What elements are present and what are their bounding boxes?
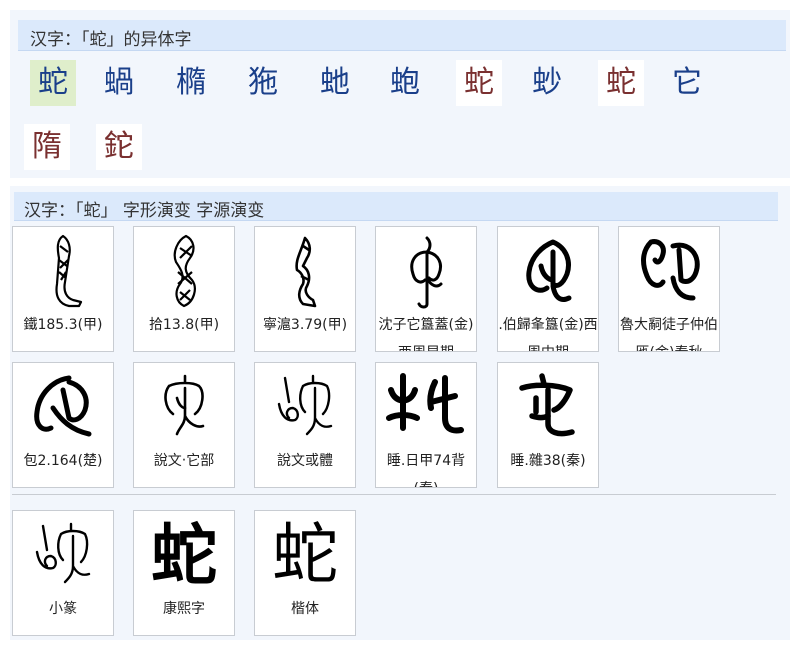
seal-glyph-image — [255, 367, 355, 447]
glyph-card[interactable]: 說文或體 — [254, 362, 356, 488]
variant-char[interactable]: 它 — [664, 60, 710, 106]
glyph-caption: 康熙字 — [163, 601, 205, 617]
glyph-caption: 楷体 — [291, 601, 319, 617]
glyph-card[interactable]: 寧滬3.79(甲) — [254, 226, 356, 352]
glyph-caption: 睡.日甲74背(秦) — [386, 453, 466, 487]
bronze-glyph-image — [498, 231, 598, 311]
seal-glyph-image — [134, 367, 234, 447]
glyph-caption: 寧滬3.79(甲) — [262, 317, 348, 333]
glyph-caption: 鐵185.3(甲) — [23, 317, 103, 333]
glyph-caption: 小篆 — [49, 601, 77, 617]
qin-glyph-image — [376, 367, 476, 447]
variant-forms-header: 汉字：「蛇」的异体字 — [18, 20, 786, 51]
glyph-card[interactable]: 說文‧它部 — [133, 362, 235, 488]
small-seal-glyph-image — [13, 515, 113, 595]
glyph-card[interactable]: 小篆 — [12, 510, 114, 636]
variant-char-image[interactable]: 蛇 — [598, 60, 644, 106]
kangxi-glyph: 蛇 — [151, 516, 217, 594]
variant-forms-panel: 汉字：「蛇」的异体字 蛇 蝸 橢 狏 虵 蚫 蛇 䖢 蛇 它 隋 鉈 — [10, 10, 790, 178]
glyph-caption: 拾13.8(甲) — [148, 317, 220, 333]
qin-glyph-image — [498, 367, 598, 447]
variant-char-image[interactable]: 蛇 — [456, 60, 502, 106]
kaiti-glyph: 蛇 — [272, 516, 338, 593]
glyph-caption: 睡.雜38(秦) — [510, 453, 586, 469]
glyph-caption: 包2.164(楚) — [23, 453, 103, 469]
glyph-card[interactable]: 蛇 康熙字 — [133, 510, 235, 636]
glyph-evolution-title: 汉字：「蛇」 字形演变 字源演变 — [24, 201, 265, 221]
row-divider — [12, 494, 776, 495]
glyph-evolution-header: 汉字：「蛇」 字形演变 字源演变 — [14, 192, 778, 221]
glyph-caption: 魯大𤔲徒子仲伯匜(金)春秋 — [620, 317, 718, 351]
glyph-card[interactable]: 拾13.8(甲) — [133, 226, 235, 352]
chu-glyph-image — [13, 367, 113, 447]
variant-char[interactable]: 蝸 — [96, 60, 142, 106]
bronze-glyph-image — [619, 231, 719, 311]
glyph-caption: 說文或體 — [277, 453, 333, 469]
glyph-evolution-panel: 汉字：「蛇」 字形演变 字源演变 鐵185.3(甲) 拾13.8(甲) 寧滬3.… — [10, 186, 790, 640]
glyph-caption: 沈子它簋蓋(金)西周早期 — [378, 317, 474, 351]
glyph-card[interactable]: .伯歸夆簋(金)西周中期 — [497, 226, 599, 352]
glyph-card[interactable]: 沈子它簋蓋(金)西周早期 — [375, 226, 477, 352]
glyph-card[interactable]: 鐵185.3(甲) — [12, 226, 114, 352]
variant-forms-title: 汉字：「蛇」的异体字 — [30, 30, 192, 50]
variant-char-image[interactable]: 鉈 — [96, 124, 142, 170]
glyph-caption: 說文‧它部 — [153, 453, 215, 469]
oracle-bone-glyph-image — [255, 231, 355, 311]
variant-char[interactable]: 狏 — [240, 60, 286, 106]
glyph-card[interactable]: 魯大𤔲徒子仲伯匜(金)春秋 — [618, 226, 720, 352]
variant-char[interactable]: 虵 — [312, 60, 358, 106]
glyph-card[interactable]: 蛇 楷体 — [254, 510, 356, 636]
variant-char[interactable]: 橢 — [168, 60, 214, 106]
oracle-bone-glyph-image — [134, 231, 234, 311]
glyph-card[interactable]: 睡.雜38(秦) — [497, 362, 599, 488]
oracle-bone-glyph-image — [13, 231, 113, 311]
glyph-card[interactable]: 睡.日甲74背(秦) — [375, 362, 477, 488]
bronze-glyph-image — [376, 231, 476, 311]
variant-char-image[interactable]: 隋 — [24, 124, 70, 170]
variant-char[interactable]: 蚫 — [382, 60, 428, 106]
variant-char[interactable]: 蛇 — [30, 60, 76, 106]
variant-char[interactable]: 䖢 — [524, 60, 570, 106]
glyph-caption: .伯歸夆簋(金)西周中期 — [498, 317, 598, 351]
glyph-card[interactable]: 包2.164(楚) — [12, 362, 114, 488]
